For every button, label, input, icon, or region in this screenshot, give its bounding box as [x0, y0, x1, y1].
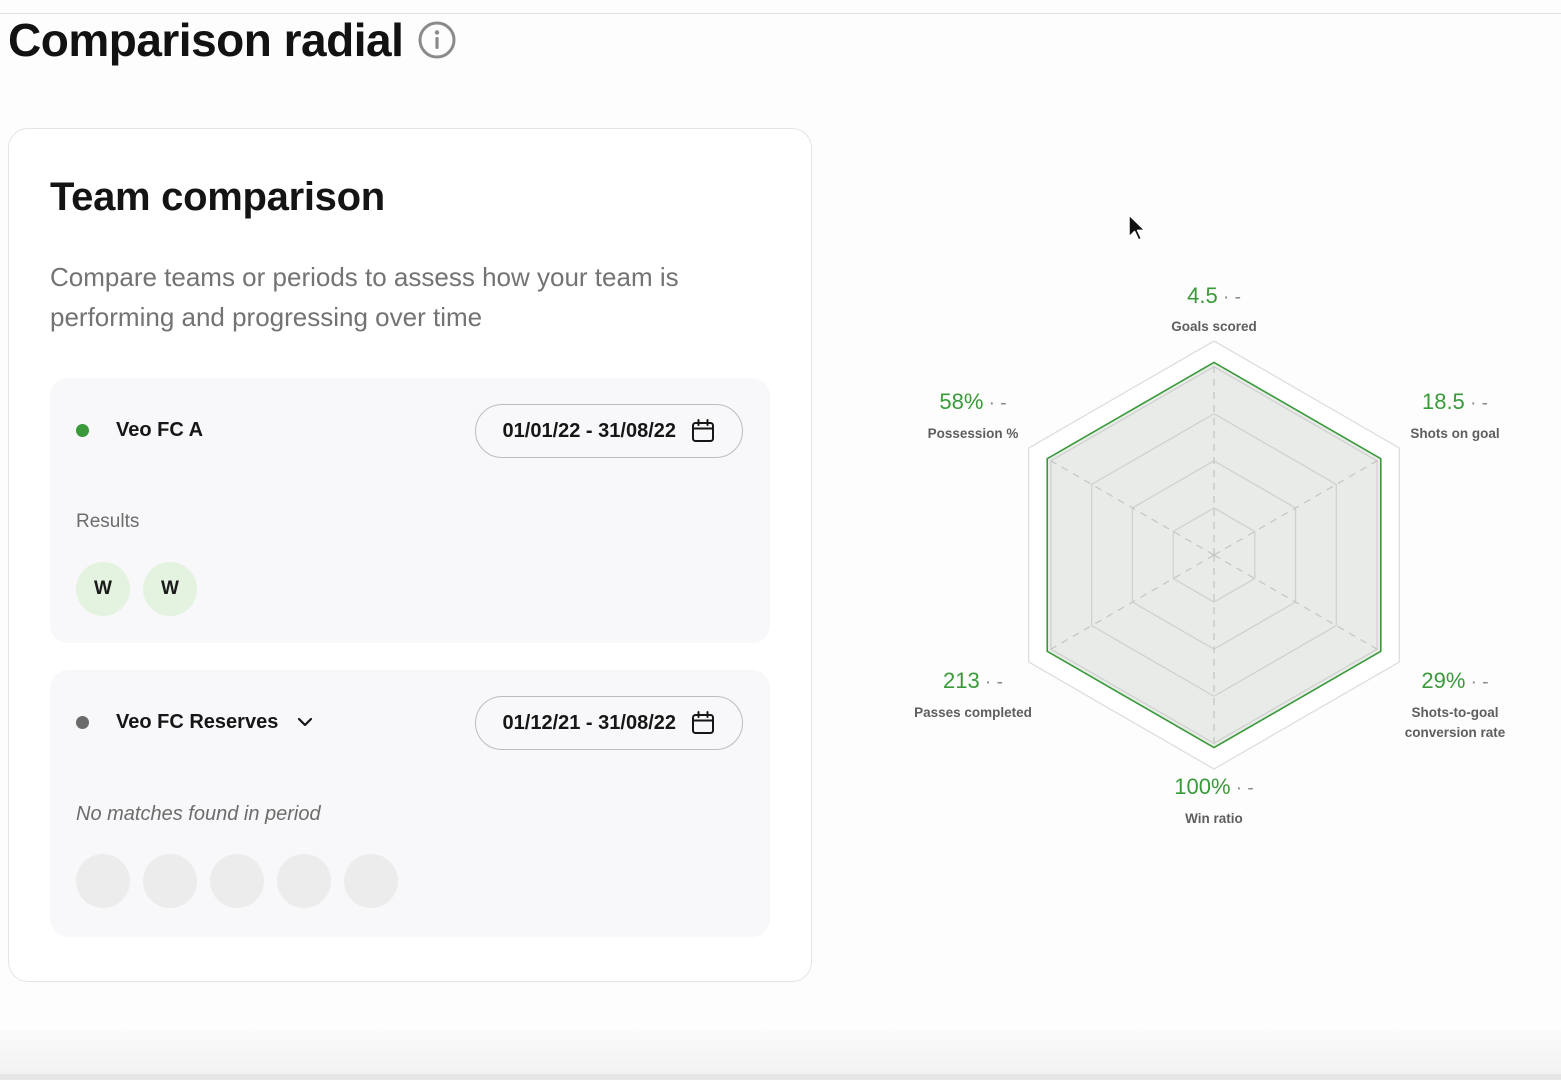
no-matches-message: No matches found in period	[76, 803, 321, 825]
footer-divider	[0, 1074, 1561, 1080]
team-a-color-dot	[76, 423, 89, 437]
radar-value-label: 58% · -	[939, 389, 1006, 414]
team-b-color-dot	[76, 715, 89, 729]
calendar-icon	[690, 418, 716, 444]
team-a-date-range-button[interactable]: 01/01/22 - 31/08/22	[474, 404, 743, 458]
radar-axis-label: Goals scored	[1171, 319, 1257, 334]
empty-result-slot	[277, 854, 331, 908]
radar-axis-label: Possession %	[928, 426, 1019, 441]
chevron-down-icon[interactable]	[294, 711, 316, 733]
team-a-date-range: 01/01/22 - 31/08/22	[502, 419, 676, 442]
team-b-date-range: 01/12/21 - 31/08/22	[502, 711, 676, 734]
radar-value-label: 100% · -	[1174, 774, 1254, 799]
comparison-radar-chart: 4.5 · - Goals scored 18.5 · - Shots on goal…	[914, 283, 1506, 826]
empty-result-slot	[143, 854, 197, 908]
empty-result-slot	[210, 854, 264, 908]
radar-axis-label: Shots on goal	[1410, 426, 1499, 441]
result-badge[interactable]: W	[143, 562, 197, 616]
team-comparison-card: Team comparison Compare teams or periods…	[8, 128, 812, 982]
team-a-panel: Veo FC A 01/01/22 - 31/08/22 Results W W	[50, 378, 770, 643]
calendar-icon	[690, 710, 716, 736]
radar-axis-label: Shots-to-goal	[1412, 705, 1499, 720]
radar-value-label: 29% · -	[1421, 668, 1488, 693]
radar-value-label: 18.5 · -	[1422, 389, 1488, 414]
radar-axis-label: Win ratio	[1185, 811, 1243, 826]
team-b-selector[interactable]: Veo FC Reserves	[76, 704, 316, 740]
result-badge[interactable]: W	[76, 562, 130, 616]
empty-result-slot	[344, 854, 398, 908]
team-b-results	[76, 854, 411, 908]
team-b-name: Veo FC Reserves	[116, 710, 279, 733]
empty-result-slot	[76, 854, 130, 908]
card-title: Team comparison	[50, 175, 385, 219]
team-b-panel: Veo FC Reserves 01/12/21 - 31/08/22 No m…	[50, 670, 770, 937]
team-b-date-range-button[interactable]: 01/12/21 - 31/08/22	[474, 696, 743, 750]
results-label: Results	[76, 511, 140, 532]
page-header: Comparison radial	[8, 14, 457, 66]
radar-axis-label: conversion rate	[1405, 725, 1506, 740]
team-a-results: W W	[76, 562, 210, 616]
radar-value-label: 213 · -	[943, 668, 1003, 693]
card-description: Compare teams or periods to assess how y…	[50, 262, 679, 332]
mouse-cursor-icon	[1128, 214, 1146, 241]
page-title: Comparison radial	[8, 14, 404, 66]
team-a-selector: Veo FC A	[76, 412, 203, 448]
info-icon[interactable]	[417, 20, 457, 60]
team-a-name: Veo FC A	[116, 418, 204, 441]
radar-axis-label: Passes completed	[914, 705, 1032, 720]
radar-value-label: 4.5 · -	[1187, 283, 1241, 308]
footer-shade	[0, 1030, 1561, 1080]
